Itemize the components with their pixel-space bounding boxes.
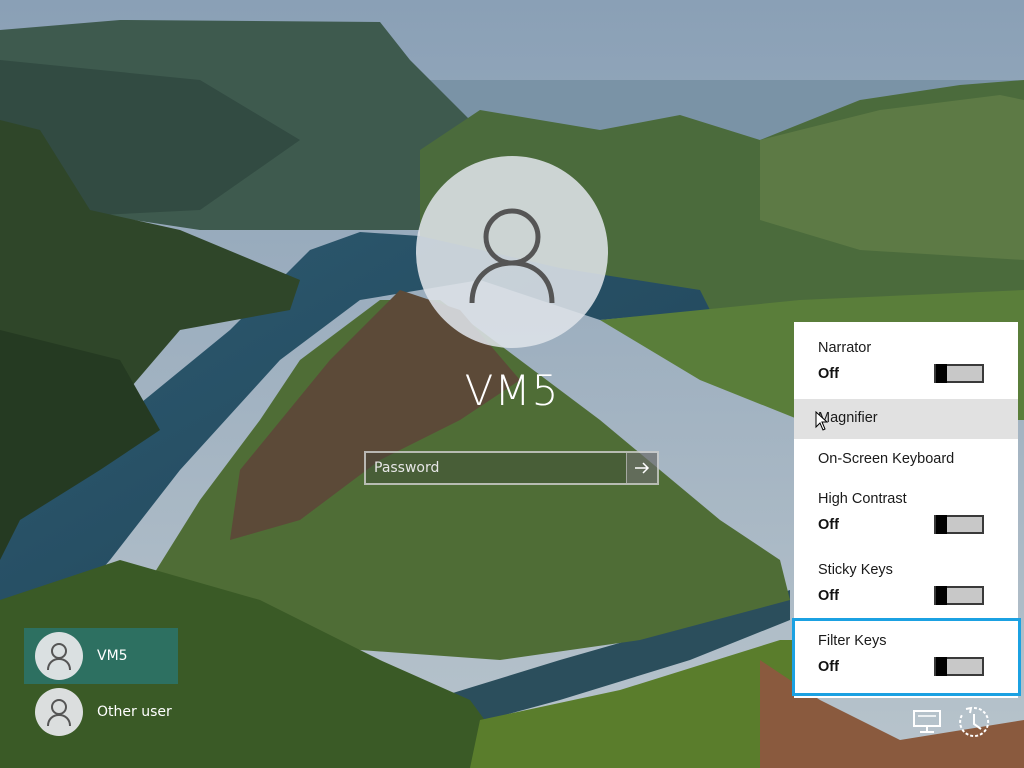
avatar bbox=[35, 632, 83, 680]
on-screen-keyboard-label: On-Screen Keyboard bbox=[818, 451, 955, 467]
password-input[interactable] bbox=[366, 453, 626, 483]
narrator-label: Narrator bbox=[818, 340, 872, 356]
narrator-toggle[interactable] bbox=[934, 364, 984, 383]
user-tile-label: VM5 bbox=[97, 648, 128, 664]
user-tile-vm5[interactable]: VM5 bbox=[24, 628, 178, 684]
focus-outline bbox=[792, 618, 1021, 696]
ease-of-access-button[interactable] bbox=[956, 704, 992, 740]
sticky-keys-item[interactable]: Sticky Keys Off bbox=[794, 554, 1018, 620]
network-icon bbox=[913, 710, 941, 733]
avatar bbox=[35, 688, 83, 736]
user-icon bbox=[47, 643, 71, 671]
password-box bbox=[364, 451, 659, 485]
narrator-state: Off bbox=[818, 366, 839, 382]
sticky-keys-label: Sticky Keys bbox=[818, 562, 893, 578]
sticky-keys-toggle[interactable] bbox=[934, 586, 984, 605]
high-contrast-item[interactable]: High Contrast Off bbox=[794, 482, 1018, 548]
high-contrast-label: High Contrast bbox=[818, 491, 907, 507]
high-contrast-toggle[interactable] bbox=[934, 515, 984, 534]
narrator-item[interactable]: Narrator Off bbox=[794, 322, 1018, 392]
mouse-cursor-icon bbox=[815, 411, 829, 431]
user-icon bbox=[469, 208, 555, 304]
login-username: VM5 bbox=[464, 366, 560, 415]
user-tile-label: Other user bbox=[97, 704, 172, 720]
user-icon bbox=[47, 699, 71, 727]
high-contrast-state: Off bbox=[818, 517, 839, 533]
user-avatar-large bbox=[416, 156, 608, 348]
sticky-keys-state: Off bbox=[818, 588, 839, 604]
user-tile-other-user[interactable]: Other user bbox=[24, 684, 184, 740]
ease-of-access-icon bbox=[959, 706, 990, 737]
submit-button[interactable] bbox=[626, 453, 657, 483]
network-button[interactable] bbox=[910, 704, 946, 740]
on-screen-keyboard-item[interactable]: On-Screen Keyboard bbox=[794, 440, 1018, 478]
arrow-right-icon bbox=[635, 462, 650, 474]
